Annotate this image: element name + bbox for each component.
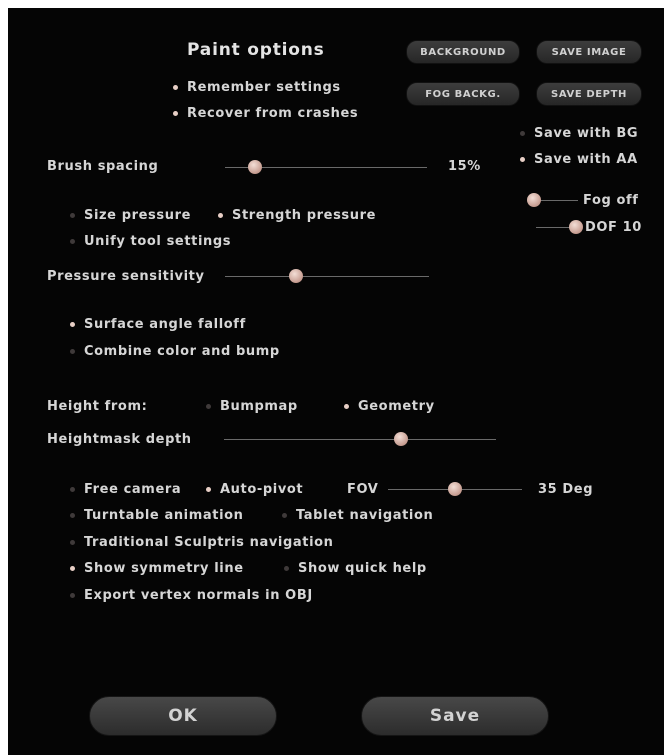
fog-slider-handle[interactable] [527, 193, 541, 207]
radio-dot-on-icon [206, 487, 211, 492]
heightmask-depth-slider-handle[interactable] [393, 432, 408, 446]
size-pressure-label: Size pressure [84, 208, 192, 223]
radio-dot-on-icon [218, 213, 223, 218]
ok-button[interactable]: OK [89, 696, 277, 736]
brush-spacing-label: Brush spacing [47, 159, 159, 174]
radio-dot-on-icon [173, 85, 178, 90]
save-with-aa-label: Save with AA [534, 152, 638, 167]
radio-dot-off-icon [70, 349, 75, 354]
radio-dot-off-icon [206, 404, 211, 409]
show-symmetry-line-label: Show symmetry line [84, 561, 244, 576]
brush-spacing-value: 15% [448, 159, 481, 174]
size-pressure-option[interactable]: Size pressure [70, 208, 191, 223]
show-symmetry-line-option[interactable]: Show symmetry line [70, 561, 244, 576]
combine-color-and-bump-option[interactable]: Combine color and bump [70, 344, 280, 359]
radio-dot-on-icon [344, 404, 349, 409]
radio-dot-off-icon [70, 593, 75, 598]
tablet-navigation-option[interactable]: Tablet navigation [282, 508, 433, 523]
heightmask-depth-label: Heightmask depth [47, 432, 192, 447]
surface-angle-falloff-option[interactable]: Surface angle falloff [70, 317, 246, 332]
dof-label: DOF 10 [585, 220, 642, 235]
radio-dot-on-icon [173, 111, 178, 116]
radio-dot-on-icon [520, 157, 525, 162]
radio-dot-off-icon [284, 566, 289, 571]
turntable-animation-label: Turntable animation [84, 508, 244, 523]
remember-settings-option[interactable]: Remember settings [173, 80, 341, 95]
heightmask-depth-track [224, 439, 496, 440]
combine-color-and-bump-label: Combine color and bump [84, 344, 280, 359]
export-vertex-normals-option[interactable]: Export vertex normals in OBJ [70, 588, 313, 603]
paint-options-panel: Paint options BACKGROUND SAVE IMAGE FOG … [8, 8, 664, 755]
traditional-navigation-label: Traditional Sculptris navigation [84, 535, 334, 550]
geometry-label: Geometry [358, 399, 435, 414]
strength-pressure-option[interactable]: Strength pressure [218, 208, 376, 223]
pressure-sensitivity-track [225, 276, 429, 277]
auto-pivot-label: Auto-pivot [220, 482, 304, 497]
background-button[interactable]: BACKGROUND [406, 40, 520, 64]
radio-dot-off-icon [70, 213, 75, 218]
unify-tool-settings-option[interactable]: Unify tool settings [70, 234, 231, 249]
export-vertex-normals-label: Export vertex normals in OBJ [84, 588, 313, 603]
bumpmap-option[interactable]: Bumpmap [206, 399, 298, 414]
strength-pressure-label: Strength pressure [232, 208, 377, 223]
auto-pivot-option[interactable]: Auto-pivot [206, 482, 303, 497]
radio-dot-off-icon [70, 513, 75, 518]
panel-title: Paint options [187, 40, 325, 60]
free-camera-option[interactable]: Free camera [70, 482, 181, 497]
save-image-button[interactable]: SAVE IMAGE [536, 40, 642, 64]
height-from-label: Height from: [47, 399, 148, 414]
dof-slider-handle[interactable] [568, 220, 583, 234]
show-quick-help-option[interactable]: Show quick help [284, 561, 427, 576]
radio-dot-off-icon [520, 131, 525, 136]
save-with-bg-option[interactable]: Save with BG [520, 126, 638, 141]
radio-dot-on-icon [70, 322, 75, 327]
unify-tool-settings-label: Unify tool settings [84, 234, 232, 249]
bumpmap-label: Bumpmap [220, 399, 298, 414]
fov-slider-handle[interactable] [448, 482, 462, 496]
pressure-sensitivity-label: Pressure sensitivity [47, 269, 205, 284]
remember-settings-label: Remember settings [187, 80, 341, 95]
fov-label: FOV [347, 482, 379, 497]
radio-dot-off-icon [282, 513, 287, 518]
radio-dot-off-icon [70, 487, 75, 492]
surface-angle-falloff-label: Surface angle falloff [84, 317, 246, 332]
recover-from-crashes-option[interactable]: Recover from crashes [173, 106, 358, 121]
recover-from-crashes-label: Recover from crashes [187, 106, 359, 121]
geometry-option[interactable]: Geometry [344, 399, 435, 414]
tablet-navigation-label: Tablet navigation [296, 508, 434, 523]
fog-backg-button[interactable]: FOG BACKG. [406, 82, 520, 106]
radio-dot-off-icon [70, 540, 75, 545]
pressure-sensitivity-slider-handle[interactable] [289, 269, 304, 283]
free-camera-label: Free camera [84, 482, 182, 497]
brush-spacing-slider-handle[interactable] [248, 160, 263, 174]
turntable-animation-option[interactable]: Turntable animation [70, 508, 244, 523]
radio-dot-off-icon [70, 239, 75, 244]
save-with-bg-label: Save with BG [534, 126, 639, 141]
fog-label: Fog off [583, 193, 639, 208]
save-depth-button[interactable]: SAVE DEPTH [536, 82, 642, 106]
radio-dot-on-icon [70, 566, 75, 571]
save-with-aa-option[interactable]: Save with AA [520, 152, 638, 167]
show-quick-help-label: Show quick help [298, 561, 427, 576]
save-button[interactable]: Save [361, 696, 549, 736]
traditional-navigation-option[interactable]: Traditional Sculptris navigation [70, 535, 334, 550]
fov-value: 35 Deg [538, 482, 594, 497]
